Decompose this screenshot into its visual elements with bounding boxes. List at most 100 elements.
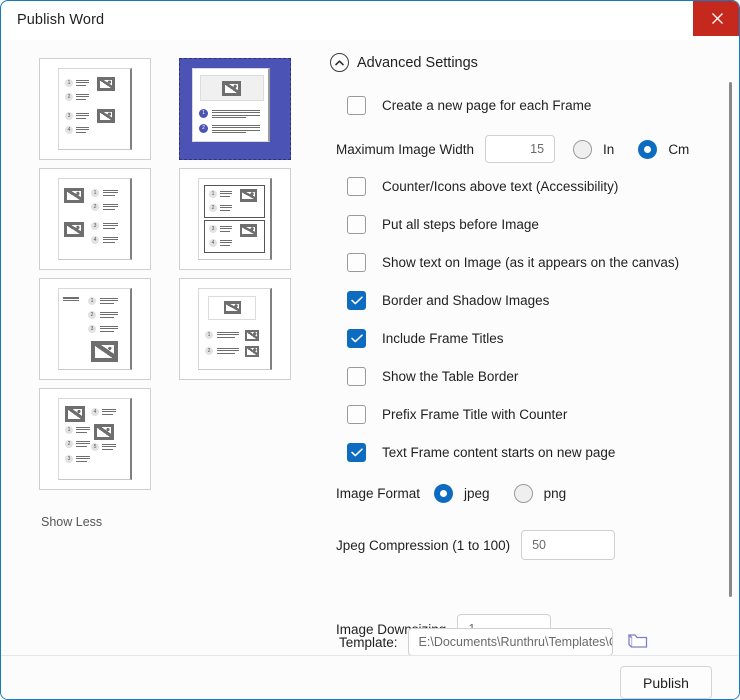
image-placeholder (245, 330, 259, 341)
template-preview: 1 2 3 4 (198, 178, 272, 260)
text-lines (76, 456, 90, 463)
dialog-footer: Publish (1, 655, 739, 699)
template-thumb-4[interactable]: 1 2 3 (39, 278, 151, 380)
step-number: 4 (209, 239, 217, 247)
publish-word-dialog: Publish Word 1 2 3 4 1 2 1 2 3 4 1 2 3 4… (0, 0, 740, 700)
text-lines (103, 237, 118, 244)
image-placeholder (65, 406, 85, 422)
image-placeholder (64, 222, 84, 237)
option-label: Show text on Image (as it appears on the… (382, 255, 680, 270)
step-number: 5 (91, 443, 99, 451)
option-text-frame-content-starts-on-new-page[interactable]: Text Frame content starts on new page (347, 443, 615, 462)
advanced-settings-header[interactable]: Advanced Settings (330, 53, 478, 72)
image-placeholder (245, 346, 259, 357)
step-number: 4 (65, 126, 73, 134)
template-preview: 1 2 3 (58, 288, 132, 370)
step-number: 1 (65, 426, 73, 434)
option-counter-icons-above-text[interactable]: Counter/Icons above text (Accessibility) (347, 177, 618, 196)
chevron-up-circle-icon (330, 53, 349, 72)
template-thumb-6[interactable]: 4 1 2 5 3 (39, 388, 151, 490)
text-lines (217, 348, 239, 355)
image-placeholder (64, 188, 84, 203)
unit-cm-label: Cm (668, 141, 690, 157)
checkbox-put-all-steps-before-image[interactable] (347, 215, 366, 234)
step-number: 1 (205, 331, 213, 339)
option-label: Text Frame content starts on new page (382, 445, 616, 460)
template-thumb-2[interactable]: 1 2 3 4 (39, 168, 151, 270)
checkbox-show-the-table-border[interactable] (347, 367, 366, 386)
template-preview: 1 2 3 4 (58, 68, 132, 150)
option-prefix-frame-title-with-counter[interactable]: Prefix Frame Title with Counter (347, 405, 567, 424)
text-lines (212, 125, 260, 135)
max-image-width-row: Maximum Image Width In Cm (336, 135, 689, 163)
template-label: Template: (339, 634, 398, 650)
image-placeholder (94, 424, 114, 440)
step-number: 2 (91, 203, 99, 211)
checkbox-include-frame-titles[interactable] (347, 329, 366, 348)
checkbox-text-frame-content-starts-on-new-page[interactable] (347, 443, 366, 462)
option-put-all-steps-before-image[interactable]: Put all steps before Image (347, 215, 539, 234)
text-lines (103, 190, 118, 197)
text-lines (212, 110, 260, 120)
step-number: 3 (88, 325, 96, 333)
window-title: Publish Word (17, 12, 105, 28)
text-lines (103, 223, 118, 230)
checkbox-border-and-shadow-images[interactable] (347, 291, 366, 310)
publish-button[interactable]: Publish (620, 666, 712, 699)
template-thumb-1[interactable]: 1 2 (179, 58, 291, 160)
text-lines (76, 441, 90, 448)
step-number: 2 (65, 440, 73, 448)
step-number: 1 (65, 79, 73, 87)
show-less-button[interactable]: Show Less (41, 515, 102, 529)
text-lines (217, 332, 239, 339)
close-icon (711, 13, 723, 24)
max-image-width-label: Maximum Image Width (336, 141, 475, 157)
checkbox-prefix-frame-title-with-counter[interactable] (347, 405, 366, 424)
checkbox-show-text-on-image[interactable] (347, 253, 366, 272)
step-number: 1 (209, 190, 217, 198)
option-label: Include Frame Titles (382, 331, 504, 346)
template-thumb-0[interactable]: 1 2 3 4 (39, 58, 151, 160)
text-lines (220, 191, 232, 198)
close-button[interactable] (693, 1, 739, 36)
jpeg-compression-input[interactable] (521, 530, 616, 560)
text-lines (220, 205, 232, 212)
option-include-frame-titles[interactable]: Include Frame Titles (347, 329, 504, 348)
template-preview: 4 1 2 5 3 (58, 398, 132, 480)
option-create-new-page-for-each-frame[interactable]: Create a new page for each Frame (347, 96, 591, 115)
step-number: 2 (205, 347, 213, 355)
step-number: 2 (199, 124, 208, 133)
checkbox-create-new-page-for-each-frame[interactable] (347, 96, 366, 115)
step-number: 1 (88, 297, 96, 305)
radio-format-jpeg[interactable] (434, 484, 454, 503)
option-label: Counter/Icons above text (Accessibility) (382, 179, 619, 194)
option-show-the-table-border[interactable]: Show the Table Border (347, 367, 518, 386)
radio-format-png[interactable] (513, 484, 533, 503)
settings-scrollbar[interactable] (729, 82, 732, 597)
checkbox-counter-icons-above-text[interactable] (347, 177, 366, 196)
advanced-settings-pane: Advanced Settings Create a new page for … (321, 40, 739, 655)
browse-template-button[interactable] (627, 631, 649, 653)
step-number: 1 (199, 109, 208, 118)
step-number: 4 (91, 408, 99, 416)
text-lines (220, 226, 232, 233)
option-label: Create a new page for each Frame (382, 98, 592, 113)
template-preview: 1 2 (198, 288, 272, 370)
template-gallery: 1 2 3 4 1 2 1 2 3 4 1 2 3 4 1 2 3 1 2 4 … (1, 40, 321, 655)
format-png-label: png (543, 486, 567, 501)
image-placeholder (91, 341, 118, 362)
template-thumb-3[interactable]: 1 2 3 4 (179, 168, 291, 270)
radio-unit-in[interactable] (573, 139, 593, 159)
step-number: 3 (91, 222, 99, 230)
step-number: 2 (209, 204, 217, 212)
radio-unit-cm[interactable] (638, 139, 658, 159)
template-path-input[interactable] (407, 628, 613, 656)
step-number: 2 (65, 93, 73, 101)
text-lines (220, 240, 232, 247)
template-thumb-5[interactable]: 1 2 (179, 278, 291, 380)
text-lines (76, 80, 89, 87)
option-border-and-shadow-images[interactable]: Border and Shadow Images (347, 291, 549, 310)
folder-icon (627, 634, 647, 648)
max-image-width-input[interactable] (485, 135, 556, 163)
option-show-text-on-image[interactable]: Show text on Image (as it appears on the… (347, 253, 679, 272)
